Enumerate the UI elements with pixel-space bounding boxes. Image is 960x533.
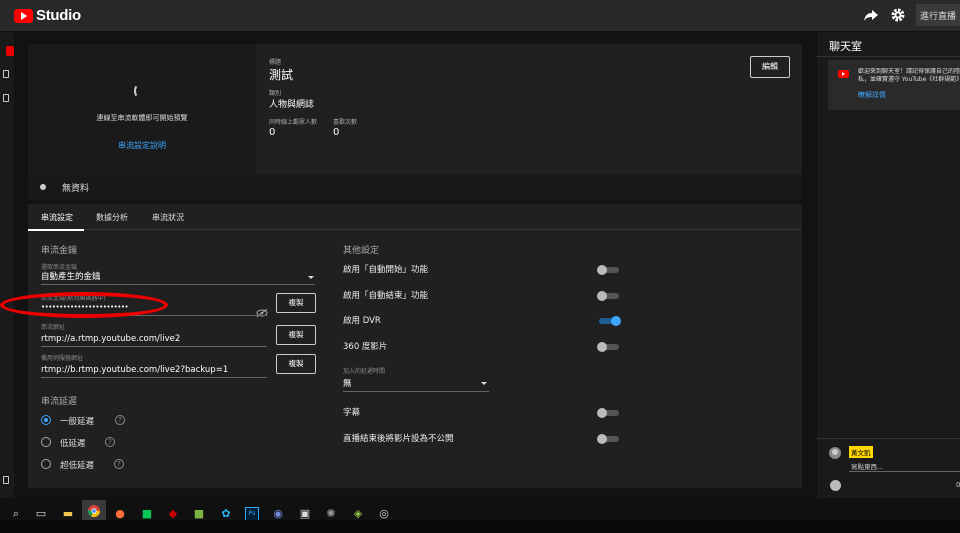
dvr-label: 啟用 DVR [343, 316, 381, 326]
chat-input[interactable]: 寫點東西... [851, 461, 883, 471]
user-name-badge: 黃文凱 [849, 446, 873, 458]
chat-input-area: 黃文凱 寫點東西... 0 [817, 438, 960, 498]
active-tab-indicator [28, 229, 84, 231]
logo-text: Studio [36, 7, 81, 24]
auto-end-toggle[interactable] [597, 291, 619, 301]
top-bar: Studio 進行直播 [0, 0, 960, 32]
settings-tabs: 串流設定 數據分析 串流狀況 [28, 204, 802, 231]
auto-start-label: 啟用「自動開始」功能 [343, 265, 429, 275]
delay-label: 加入的延遲時間 [343, 368, 386, 375]
360-video-toggle[interactable] [597, 342, 619, 352]
emoji-icon[interactable] [830, 480, 841, 491]
go-live-button[interactable]: 進行直播 [916, 4, 960, 26]
loading-spinner-icon [134, 84, 144, 98]
backup-url-label: 備用伺服器網址 [41, 355, 84, 362]
latency-normal-radio[interactable] [41, 415, 51, 425]
settings-card: 串流設定 數據分析 串流狀況 串流金鑰 選取串流金鑰 自動產生的金鑰 串流金鑰(… [28, 204, 802, 488]
edit-button[interactable]: 編輯 [750, 56, 790, 78]
char-counter: 0 [956, 481, 960, 489]
chevron-down-icon[interactable] [481, 382, 487, 385]
notice-line-1: 歡迎來到聊天室！請記得保護自己的隱 [858, 68, 960, 75]
rail-icon-3[interactable] [3, 476, 9, 484]
tab-analytics[interactable]: 數據分析 [96, 212, 128, 223]
stream-key-section-title: 串流金鑰 [41, 246, 78, 256]
live-indicator-icon[interactable] [6, 46, 14, 56]
help-icon[interactable]: ? [114, 459, 124, 469]
stream-category: 人物與網誌 [269, 100, 315, 110]
backup-url-field[interactable]: rtmp://b.rtmp.youtube.com/live2?backup=1 [41, 365, 228, 375]
stream-setup-help-link[interactable]: 串流設定說明 [28, 140, 256, 151]
viewers-label: 同時線上觀眾人數 [269, 119, 318, 126]
delay-select[interactable]: 無 [343, 377, 352, 389]
latency-ultra-low-radio[interactable] [41, 459, 51, 469]
url-underline [41, 346, 267, 347]
bottom-strip [0, 520, 960, 533]
youtube-logo-icon [14, 8, 33, 23]
latency-section-title: 串流延遲 [41, 397, 78, 407]
status-dot-icon [40, 184, 46, 190]
tab-stream-health[interactable]: 串流狀況 [152, 212, 184, 223]
delay-underline [343, 391, 489, 392]
latency-ultra-low-label: 超低延遲 [60, 461, 95, 471]
main-content: 連線至串流軟體即可開始預覽 串流設定說明 標題 測試 類別 人物與網誌 同時線上… [0, 32, 816, 498]
left-rail [0, 32, 14, 498]
stream-preview: 連線至串流軟體即可開始預覽 串流設定說明 [28, 44, 256, 174]
unlist-after-toggle[interactable] [597, 434, 619, 444]
gear-icon[interactable] [889, 7, 907, 25]
tab-stream-settings[interactable]: 串流設定 [41, 212, 73, 223]
captions-toggle[interactable] [597, 408, 619, 418]
chat-title: 聊天室 [829, 40, 862, 53]
stream-status-text: 無資料 [62, 184, 90, 194]
captions-label: 字幕 [343, 408, 361, 418]
chat-welcome-notice: 歡迎來到聊天室！請記得保護自己的隱 私，並確實遵守 YouTube《社群規範》 … [828, 60, 960, 110]
help-icon[interactable]: ? [105, 437, 115, 447]
chat-panel: 聊天室 歡迎來到聊天室！請記得保護自己的隱 私，並確實遵守 YouTube《社群… [816, 32, 960, 498]
latency-normal-label: 一般延遲 [60, 417, 95, 427]
rail-icon-2[interactable] [3, 94, 9, 102]
select-underline [41, 284, 315, 285]
stream-health-row: 無資料 [28, 174, 802, 200]
copy-url-button[interactable]: 複製 [276, 325, 316, 345]
copy-backup-url-button[interactable]: 複製 [276, 354, 316, 374]
visibility-off-icon[interactable] [256, 303, 268, 318]
help-icon[interactable]: ? [115, 415, 125, 425]
notice-line-2: 私，並確實遵守 YouTube《社群規範》 [858, 76, 960, 83]
title-label: 標題 [269, 59, 282, 66]
learn-more-link[interactable]: 瞭解詳情 [858, 90, 886, 100]
red-highlight-ellipse [0, 292, 168, 318]
copy-stream-key-button[interactable]: 複製 [276, 293, 316, 313]
avatar [829, 447, 841, 459]
preview-message: 連線至串流軟體即可開始預覽 [96, 114, 188, 122]
unlist-after-label: 直播結束後將影片設為不公開 [343, 434, 454, 444]
other-settings-title: 其他設定 [343, 246, 380, 256]
share-icon[interactable] [862, 7, 880, 25]
backup-underline [41, 377, 267, 378]
dvr-toggle[interactable] [599, 316, 621, 326]
youtube-logo-icon [838, 70, 849, 78]
rail-icon-1[interactable] [3, 70, 9, 78]
auto-start-toggle[interactable] [597, 265, 619, 275]
stream-key-select[interactable]: 自動產生的金鑰 [41, 270, 101, 282]
stream-url-field[interactable]: rtmp://a.rtmp.youtube.com/live2 [41, 334, 180, 344]
viewers-count: 0 [269, 127, 276, 138]
latency-low-radio[interactable] [41, 437, 51, 447]
likes-label: 喜歡次數 [333, 119, 358, 126]
latency-low-label: 低延遲 [60, 439, 86, 449]
stream-url-label: 串流網址 [41, 324, 66, 331]
stream-title: 測試 [269, 68, 294, 82]
chat-notice-text: 歡迎來到聊天室！請記得保護自己的隱 私，並確實遵守 YouTube《社群規範》 [858, 68, 960, 84]
likes-count: 0 [333, 127, 340, 138]
360-video-label: 360 度影片 [343, 342, 388, 352]
chevron-down-icon[interactable] [308, 276, 314, 279]
chat-input-underline [849, 471, 960, 472]
auto-end-label: 啟用「自動結束」功能 [343, 291, 429, 301]
studio-logo[interactable]: Studio [14, 7, 81, 24]
chat-divider [817, 56, 960, 57]
category-label: 類別 [269, 90, 282, 97]
